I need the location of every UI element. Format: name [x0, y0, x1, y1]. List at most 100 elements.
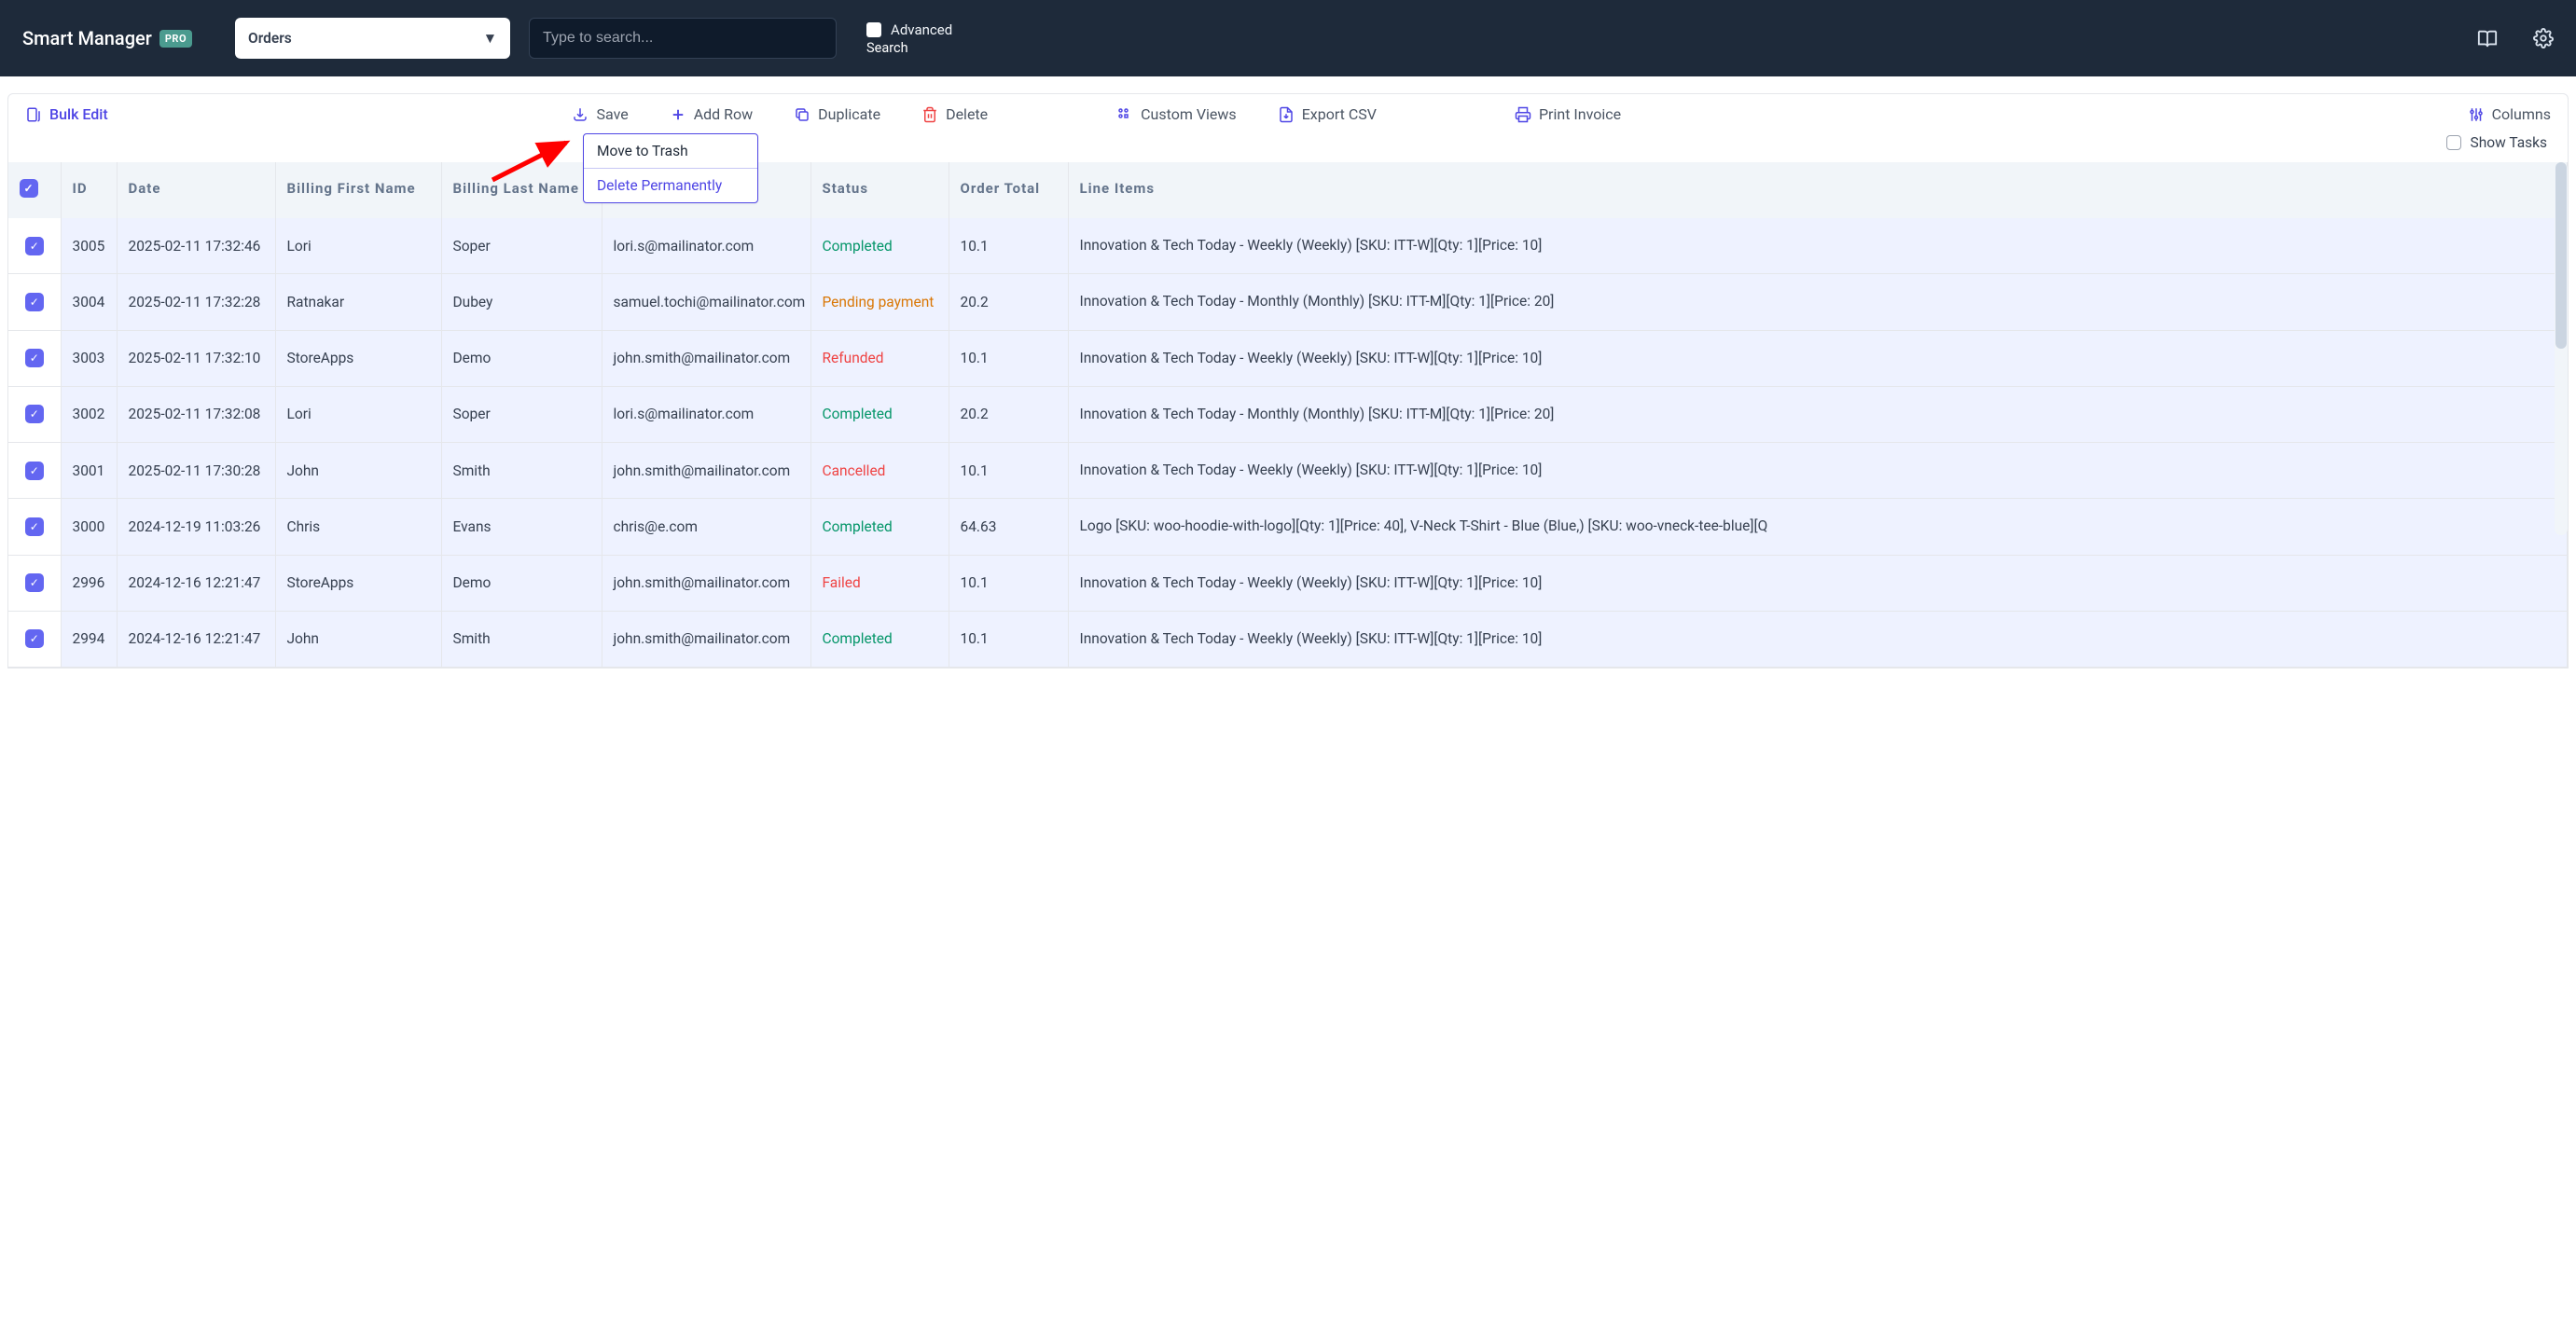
cell-email[interactable]: john.smith@mailinator.com — [602, 330, 810, 386]
cell-line-items[interactable]: Innovation & Tech Today - Monthly (Month… — [1068, 274, 2568, 330]
cell-first-name[interactable]: Chris — [275, 499, 441, 555]
table-row[interactable]: ✓29962024-12-16 12:21:47StoreAppsDemojoh… — [8, 555, 2568, 611]
cell-id[interactable]: 3000 — [61, 499, 117, 555]
cell-line-items[interactable]: Innovation & Tech Today - Weekly (Weekly… — [1068, 443, 2568, 499]
vertical-scrollbar[interactable] — [2555, 162, 2568, 535]
bulk-edit-button[interactable]: Bulk Edit — [25, 105, 108, 123]
cell-status[interactable]: Cancelled — [810, 443, 949, 499]
cell-first-name[interactable]: John — [275, 443, 441, 499]
row-checkbox-cell[interactable]: ✓ — [8, 499, 61, 555]
book-icon[interactable] — [2477, 28, 2498, 48]
cell-first-name[interactable]: Lori — [275, 218, 441, 274]
row-checkbox-cell[interactable]: ✓ — [8, 330, 61, 386]
table-row[interactable]: ✓30042025-02-11 17:32:28RatnakarDubeysam… — [8, 274, 2568, 330]
cell-first-name[interactable]: Lori — [275, 386, 441, 442]
col-header-first-name[interactable]: Billing First Name — [275, 162, 441, 218]
cell-status[interactable]: Completed — [810, 611, 949, 667]
cell-email[interactable]: lori.s@mailinator.com — [602, 386, 810, 442]
cell-email[interactable]: samuel.tochi@mailinator.com — [602, 274, 810, 330]
cell-last-name[interactable]: Soper — [441, 218, 602, 274]
columns-button[interactable]: Columns — [2468, 105, 2551, 123]
row-checkbox-cell[interactable]: ✓ — [8, 443, 61, 499]
gear-icon[interactable] — [2533, 28, 2554, 48]
cell-line-items[interactable]: Innovation & Tech Today - Weekly (Weekly… — [1068, 330, 2568, 386]
duplicate-button[interactable]: Duplicate — [794, 105, 880, 123]
cell-email[interactable]: lori.s@mailinator.com — [602, 218, 810, 274]
cell-email[interactable]: john.smith@mailinator.com — [602, 443, 810, 499]
save-button[interactable]: Save — [572, 105, 628, 123]
col-header-date[interactable]: Date — [117, 162, 275, 218]
search-input-wrap[interactable] — [529, 18, 837, 59]
row-checkbox-cell[interactable]: ✓ — [8, 555, 61, 611]
cell-line-items[interactable]: Innovation & Tech Today - Weekly (Weekly… — [1068, 611, 2568, 667]
cell-total[interactable]: 10.1 — [949, 611, 1068, 667]
cell-last-name[interactable]: Soper — [441, 386, 602, 442]
cell-id[interactable]: 3003 — [61, 330, 117, 386]
cell-total[interactable]: 20.2 — [949, 274, 1068, 330]
cell-total[interactable]: 20.2 — [949, 386, 1068, 442]
cell-email[interactable]: john.smith@mailinator.com — [602, 555, 810, 611]
cell-status[interactable]: Pending payment — [810, 274, 949, 330]
entity-select[interactable]: Orders ▼ — [235, 18, 510, 59]
col-header-status[interactable]: Status — [810, 162, 949, 218]
table-row[interactable]: ✓30022025-02-11 17:32:08LoriSoperlori.s@… — [8, 386, 2568, 442]
custom-views-button[interactable]: Custom Views — [1116, 105, 1237, 123]
delete-menu-trash[interactable]: Move to Trash — [584, 134, 757, 169]
table-row[interactable]: ✓30052025-02-11 17:32:46LoriSoperlori.s@… — [8, 218, 2568, 274]
cell-line-items[interactable]: Innovation & Tech Today - Weekly (Weekly… — [1068, 218, 2568, 274]
cell-id[interactable]: 2996 — [61, 555, 117, 611]
cell-first-name[interactable]: John — [275, 611, 441, 667]
cell-total[interactable]: 10.1 — [949, 330, 1068, 386]
cell-last-name[interactable]: Evans — [441, 499, 602, 555]
cell-date[interactable]: 2024-12-16 12:21:47 — [117, 555, 275, 611]
scrollbar-thumb[interactable] — [2555, 162, 2567, 349]
cell-date[interactable]: 2025-02-11 17:32:28 — [117, 274, 275, 330]
cell-id[interactable]: 3004 — [61, 274, 117, 330]
cell-first-name[interactable]: Ratnakar — [275, 274, 441, 330]
cell-date[interactable]: 2025-02-11 17:32:10 — [117, 330, 275, 386]
cell-email[interactable]: john.smith@mailinator.com — [602, 611, 810, 667]
col-header-total[interactable]: Order Total — [949, 162, 1068, 218]
cell-status[interactable]: Refunded — [810, 330, 949, 386]
cell-last-name[interactable]: Dubey — [441, 274, 602, 330]
delete-menu-permanent[interactable]: Delete Permanently — [584, 169, 757, 202]
cell-last-name[interactable]: Demo — [441, 330, 602, 386]
print-invoice-button[interactable]: Print Invoice — [1515, 105, 1621, 123]
advanced-search-toggle[interactable]: Advanced Search — [866, 21, 952, 56]
cell-status[interactable]: Completed — [810, 499, 949, 555]
delete-button[interactable]: Delete — [921, 105, 988, 123]
col-header-items[interactable]: Line Items — [1068, 162, 2568, 218]
cell-line-items[interactable]: Innovation & Tech Today - Monthly (Month… — [1068, 386, 2568, 442]
col-header-checkbox[interactable]: ✓ — [8, 162, 61, 218]
cell-last-name[interactable]: Smith — [441, 611, 602, 667]
advanced-search-checkbox[interactable] — [866, 22, 881, 37]
cell-id[interactable]: 3002 — [61, 386, 117, 442]
cell-line-items[interactable]: Innovation & Tech Today - Weekly (Weekly… — [1068, 555, 2568, 611]
cell-total[interactable]: 64.63 — [949, 499, 1068, 555]
cell-id[interactable]: 3005 — [61, 218, 117, 274]
table-row[interactable]: ✓30012025-02-11 17:30:28JohnSmithjohn.sm… — [8, 443, 2568, 499]
cell-email[interactable]: chris@e.com — [602, 499, 810, 555]
row-checkbox-cell[interactable]: ✓ — [8, 611, 61, 667]
col-header-id[interactable]: ID — [61, 162, 117, 218]
table-row[interactable]: ✓30032025-02-11 17:32:10StoreAppsDemojoh… — [8, 330, 2568, 386]
cell-status[interactable]: Failed — [810, 555, 949, 611]
add-row-button[interactable]: Add Row — [670, 105, 753, 123]
search-input[interactable] — [543, 30, 823, 47]
cell-total[interactable]: 10.1 — [949, 443, 1068, 499]
row-checkbox-cell[interactable]: ✓ — [8, 386, 61, 442]
col-header-last-name[interactable]: Billing Last Name — [441, 162, 602, 218]
cell-status[interactable]: Completed — [810, 218, 949, 274]
cell-date[interactable]: 2025-02-11 17:30:28 — [117, 443, 275, 499]
show-tasks-checkbox[interactable] — [2446, 135, 2461, 150]
cell-last-name[interactable]: Demo — [441, 555, 602, 611]
cell-date[interactable]: 2025-02-11 17:32:08 — [117, 386, 275, 442]
cell-total[interactable]: 10.1 — [949, 218, 1068, 274]
cell-last-name[interactable]: Smith — [441, 443, 602, 499]
cell-total[interactable]: 10.1 — [949, 555, 1068, 611]
cell-first-name[interactable]: StoreApps — [275, 555, 441, 611]
row-checkbox-cell[interactable]: ✓ — [8, 218, 61, 274]
table-row[interactable]: ✓30002024-12-19 11:03:26ChrisEvanschris@… — [8, 499, 2568, 555]
row-checkbox-cell[interactable]: ✓ — [8, 274, 61, 330]
cell-date[interactable]: 2025-02-11 17:32:46 — [117, 218, 275, 274]
